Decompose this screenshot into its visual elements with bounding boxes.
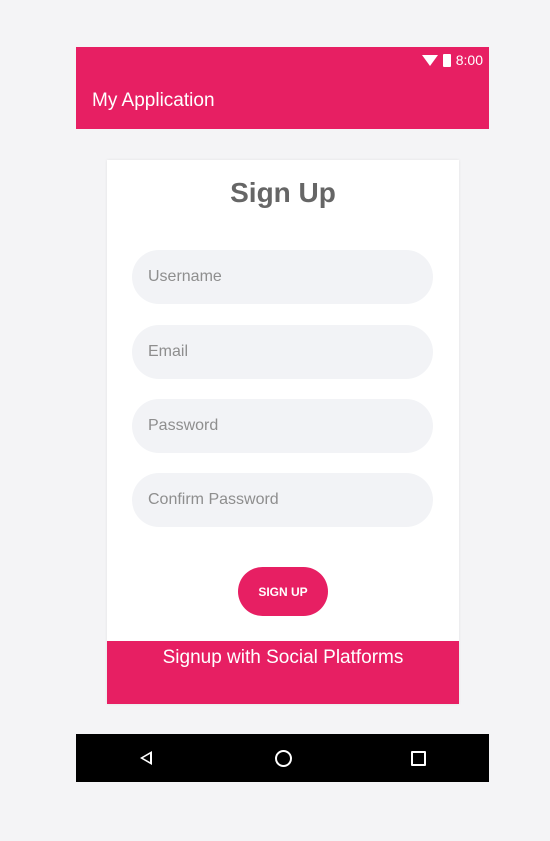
app-bar: My Application bbox=[76, 73, 489, 129]
confirm-password-input[interactable] bbox=[132, 473, 433, 527]
back-triangle-icon bbox=[140, 751, 152, 765]
social-signup-label[interactable]: Signup with Social Platforms bbox=[107, 647, 459, 669]
signup-card: Sign Up SIGN UP Signup with Social Platf… bbox=[107, 160, 459, 704]
home-circle-icon bbox=[274, 749, 292, 767]
home-button[interactable] bbox=[265, 742, 301, 774]
recents-button[interactable] bbox=[400, 742, 436, 774]
wifi-icon bbox=[421, 55, 438, 66]
social-signup-bar[interactable]: Signup with Social Platforms bbox=[107, 641, 459, 704]
email-input[interactable] bbox=[132, 325, 433, 379]
signup-title: Sign Up bbox=[230, 177, 336, 208]
back-button[interactable] bbox=[128, 742, 164, 774]
password-input[interactable] bbox=[132, 399, 433, 453]
status-time: 8:00 bbox=[455, 52, 483, 68]
status-bar: 8:00 bbox=[76, 47, 489, 73]
phone-screen: 8:00 My Application Sign Up SIGN UP Sign… bbox=[76, 47, 489, 782]
navigation-bar bbox=[76, 734, 489, 782]
battery-icon bbox=[442, 53, 451, 67]
app-title: My Application bbox=[92, 90, 215, 111]
status-indicators: 8:00 bbox=[421, 51, 483, 69]
username-input[interactable] bbox=[132, 250, 433, 304]
sign-up-button[interactable]: SIGN UP bbox=[238, 567, 328, 616]
recents-square-icon bbox=[410, 750, 426, 766]
